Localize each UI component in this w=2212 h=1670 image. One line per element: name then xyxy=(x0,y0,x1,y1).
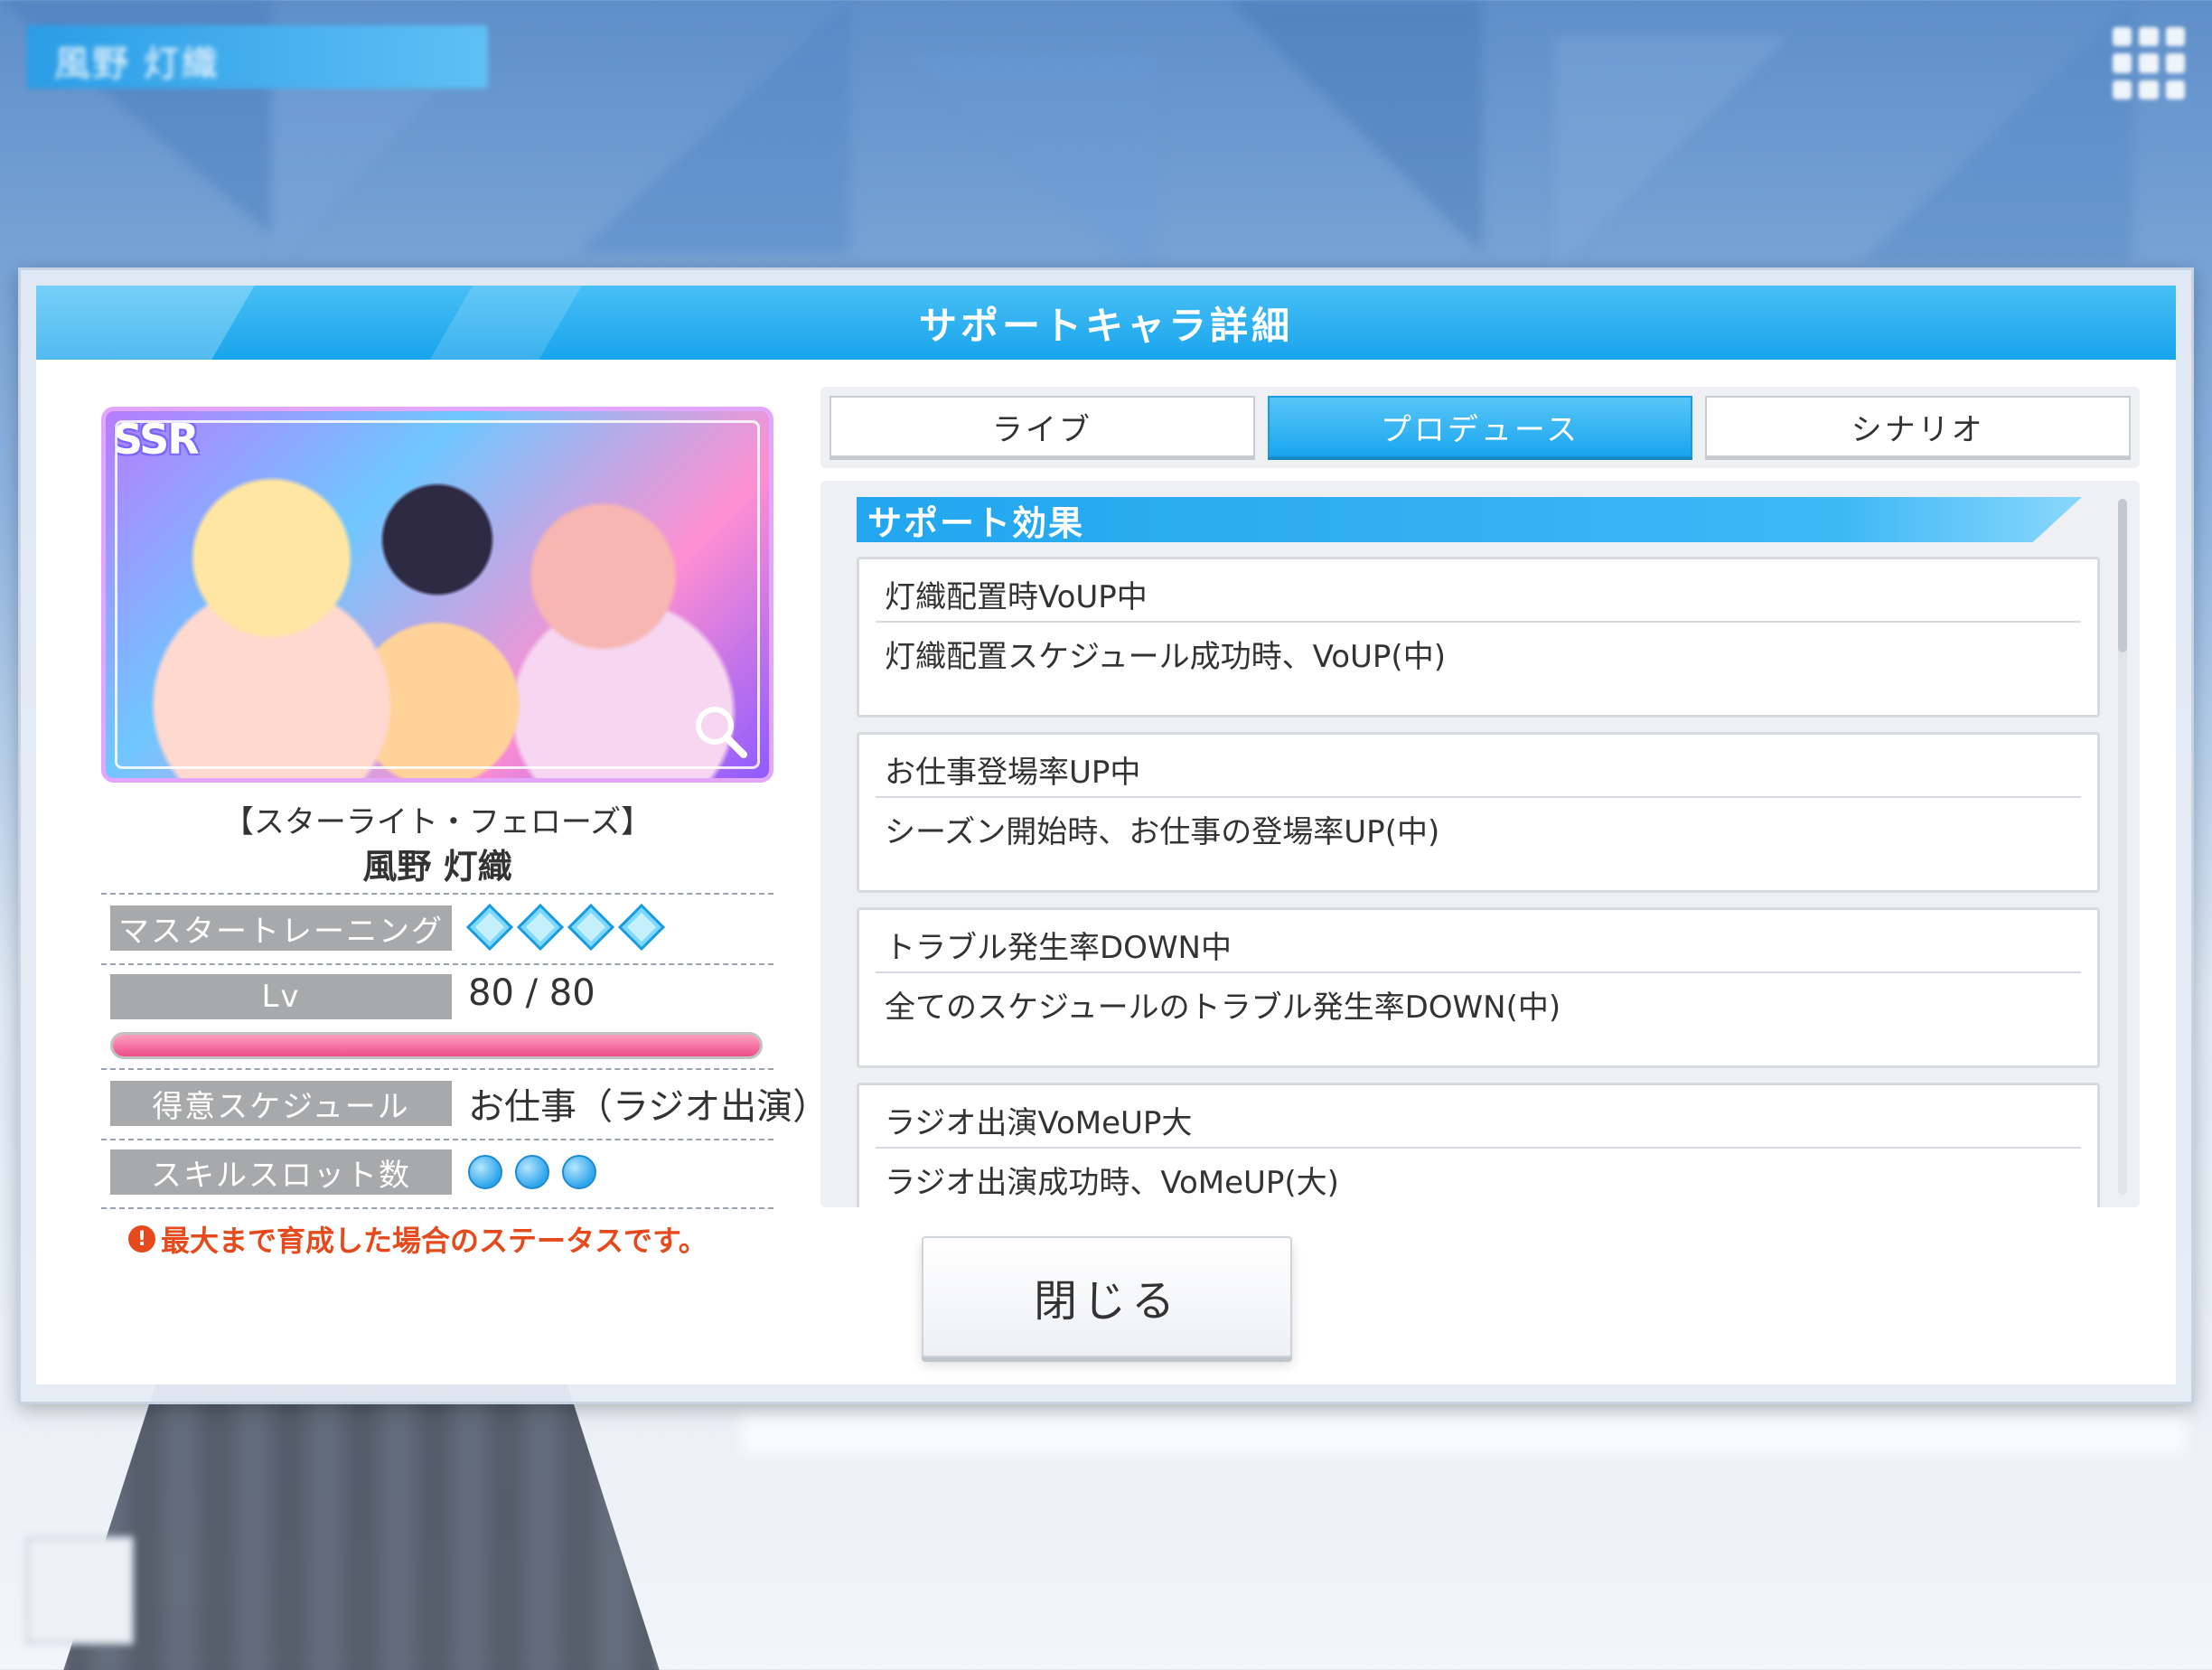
effect-title: トラブル発生率DOWN中 xyxy=(885,930,1232,966)
diamond-icon xyxy=(618,904,665,951)
lv-label: Lv xyxy=(110,974,452,1019)
warning-icon: ! xyxy=(128,1225,155,1252)
skill-slot-label: スキルスロット数 xyxy=(110,1149,452,1195)
diamond-icon xyxy=(567,904,614,951)
effect-title: 灯織配置時VoUP中 xyxy=(885,579,1148,615)
tab-bar: ライブ プロデュース シナリオ xyxy=(820,387,2140,468)
effect-item: お仕事登場率UP中 シーズン開始時、お仕事の登場率UP(中) xyxy=(857,732,2100,893)
skill-slot-icon xyxy=(515,1155,549,1189)
divider xyxy=(101,1068,773,1070)
back-button[interactable] xyxy=(25,1536,134,1645)
dialog-title: サポートキャラ詳細 xyxy=(36,286,2176,360)
zoom-icon[interactable] xyxy=(691,702,749,760)
diamond-icon xyxy=(517,904,564,951)
scrollbar[interactable] xyxy=(2118,499,2127,1195)
diamond-icon xyxy=(466,904,513,951)
warning-text: 最大まで育成した場合のステータスです。 xyxy=(161,1224,708,1258)
effect-description: シーズン開始時、お仕事の登場率UP(中) xyxy=(885,814,1440,850)
rarity-badge: SSR xyxy=(113,415,200,464)
support-effects-panel[interactable]: サポート効果 灯織配置時VoUP中 灯織配置スケジュール成功時、VoUP(中) … xyxy=(820,481,2140,1207)
effect-item: ラジオ出演VoMeUP大 ラジオ出演成功時、VoMeUP(大) xyxy=(857,1083,2100,1207)
divider xyxy=(101,963,773,965)
tab-scenario[interactable]: シナリオ xyxy=(1705,396,2132,457)
divider xyxy=(876,796,2081,798)
effect-title: お仕事登場率UP中 xyxy=(885,755,1141,791)
effect-description: ラジオ出演成功時、VoMeUP(大) xyxy=(885,1165,1339,1201)
effect-description: 灯織配置スケジュール成功時、VoUP(中) xyxy=(885,639,1446,675)
divider xyxy=(101,893,773,895)
divider xyxy=(876,621,2081,623)
effect-item: 灯織配置時VoUP中 灯織配置スケジュール成功時、VoUP(中) xyxy=(857,557,2100,718)
effect-item: トラブル発生率DOWN中 全てのスケジュールのトラブル発生率DOWN(中) xyxy=(857,907,2100,1068)
divider xyxy=(876,1147,2081,1149)
lv-value: 80 / 80 xyxy=(468,972,595,1014)
close-button[interactable]: 閉じる xyxy=(922,1236,1292,1357)
tab-live[interactable]: ライブ xyxy=(830,396,1255,457)
master-training-label: マスタートレーニング xyxy=(110,905,452,951)
max-status-notice: ! 最大まで育成した場合のステータスです。 xyxy=(128,1218,708,1260)
effect-title: ラジオ出演VoMeUP大 xyxy=(885,1105,1193,1141)
card-title: 【スターライト・フェローズ】 xyxy=(222,804,652,840)
skill-slots xyxy=(468,1155,596,1189)
support-effects-header: サポート効果 xyxy=(857,497,2082,542)
background-panel xyxy=(741,1410,2187,1455)
master-training-diamonds xyxy=(466,904,665,951)
menu-icon[interactable] xyxy=(2113,27,2185,99)
skill-slot-icon xyxy=(562,1155,596,1189)
level-progress-bar xyxy=(110,1032,763,1059)
level-progress-fill xyxy=(113,1035,760,1056)
scroll-thumb[interactable] xyxy=(2118,499,2127,652)
schedule-label: 得意スケジュール xyxy=(110,1081,452,1126)
skill-slot-icon xyxy=(468,1155,502,1189)
background-name-bar: 風野 灯織 xyxy=(27,25,488,89)
divider xyxy=(101,1139,773,1140)
character-name: 風野 灯織 xyxy=(362,847,512,887)
card-illustration[interactable]: SSR xyxy=(101,407,773,783)
schedule-value: お仕事（ラジオ出演） xyxy=(468,1086,830,1128)
divider xyxy=(101,1207,773,1209)
tab-produce[interactable]: プロデュース xyxy=(1267,396,1693,457)
support-detail-dialog: サポートキャラ詳細 SSR 【スターライト・フェローズ】 風野 灯織 マスタート… xyxy=(36,286,2176,1384)
divider xyxy=(876,971,2081,973)
effect-description: 全てのスケジュールのトラブル発生率DOWN(中) xyxy=(885,990,1561,1026)
